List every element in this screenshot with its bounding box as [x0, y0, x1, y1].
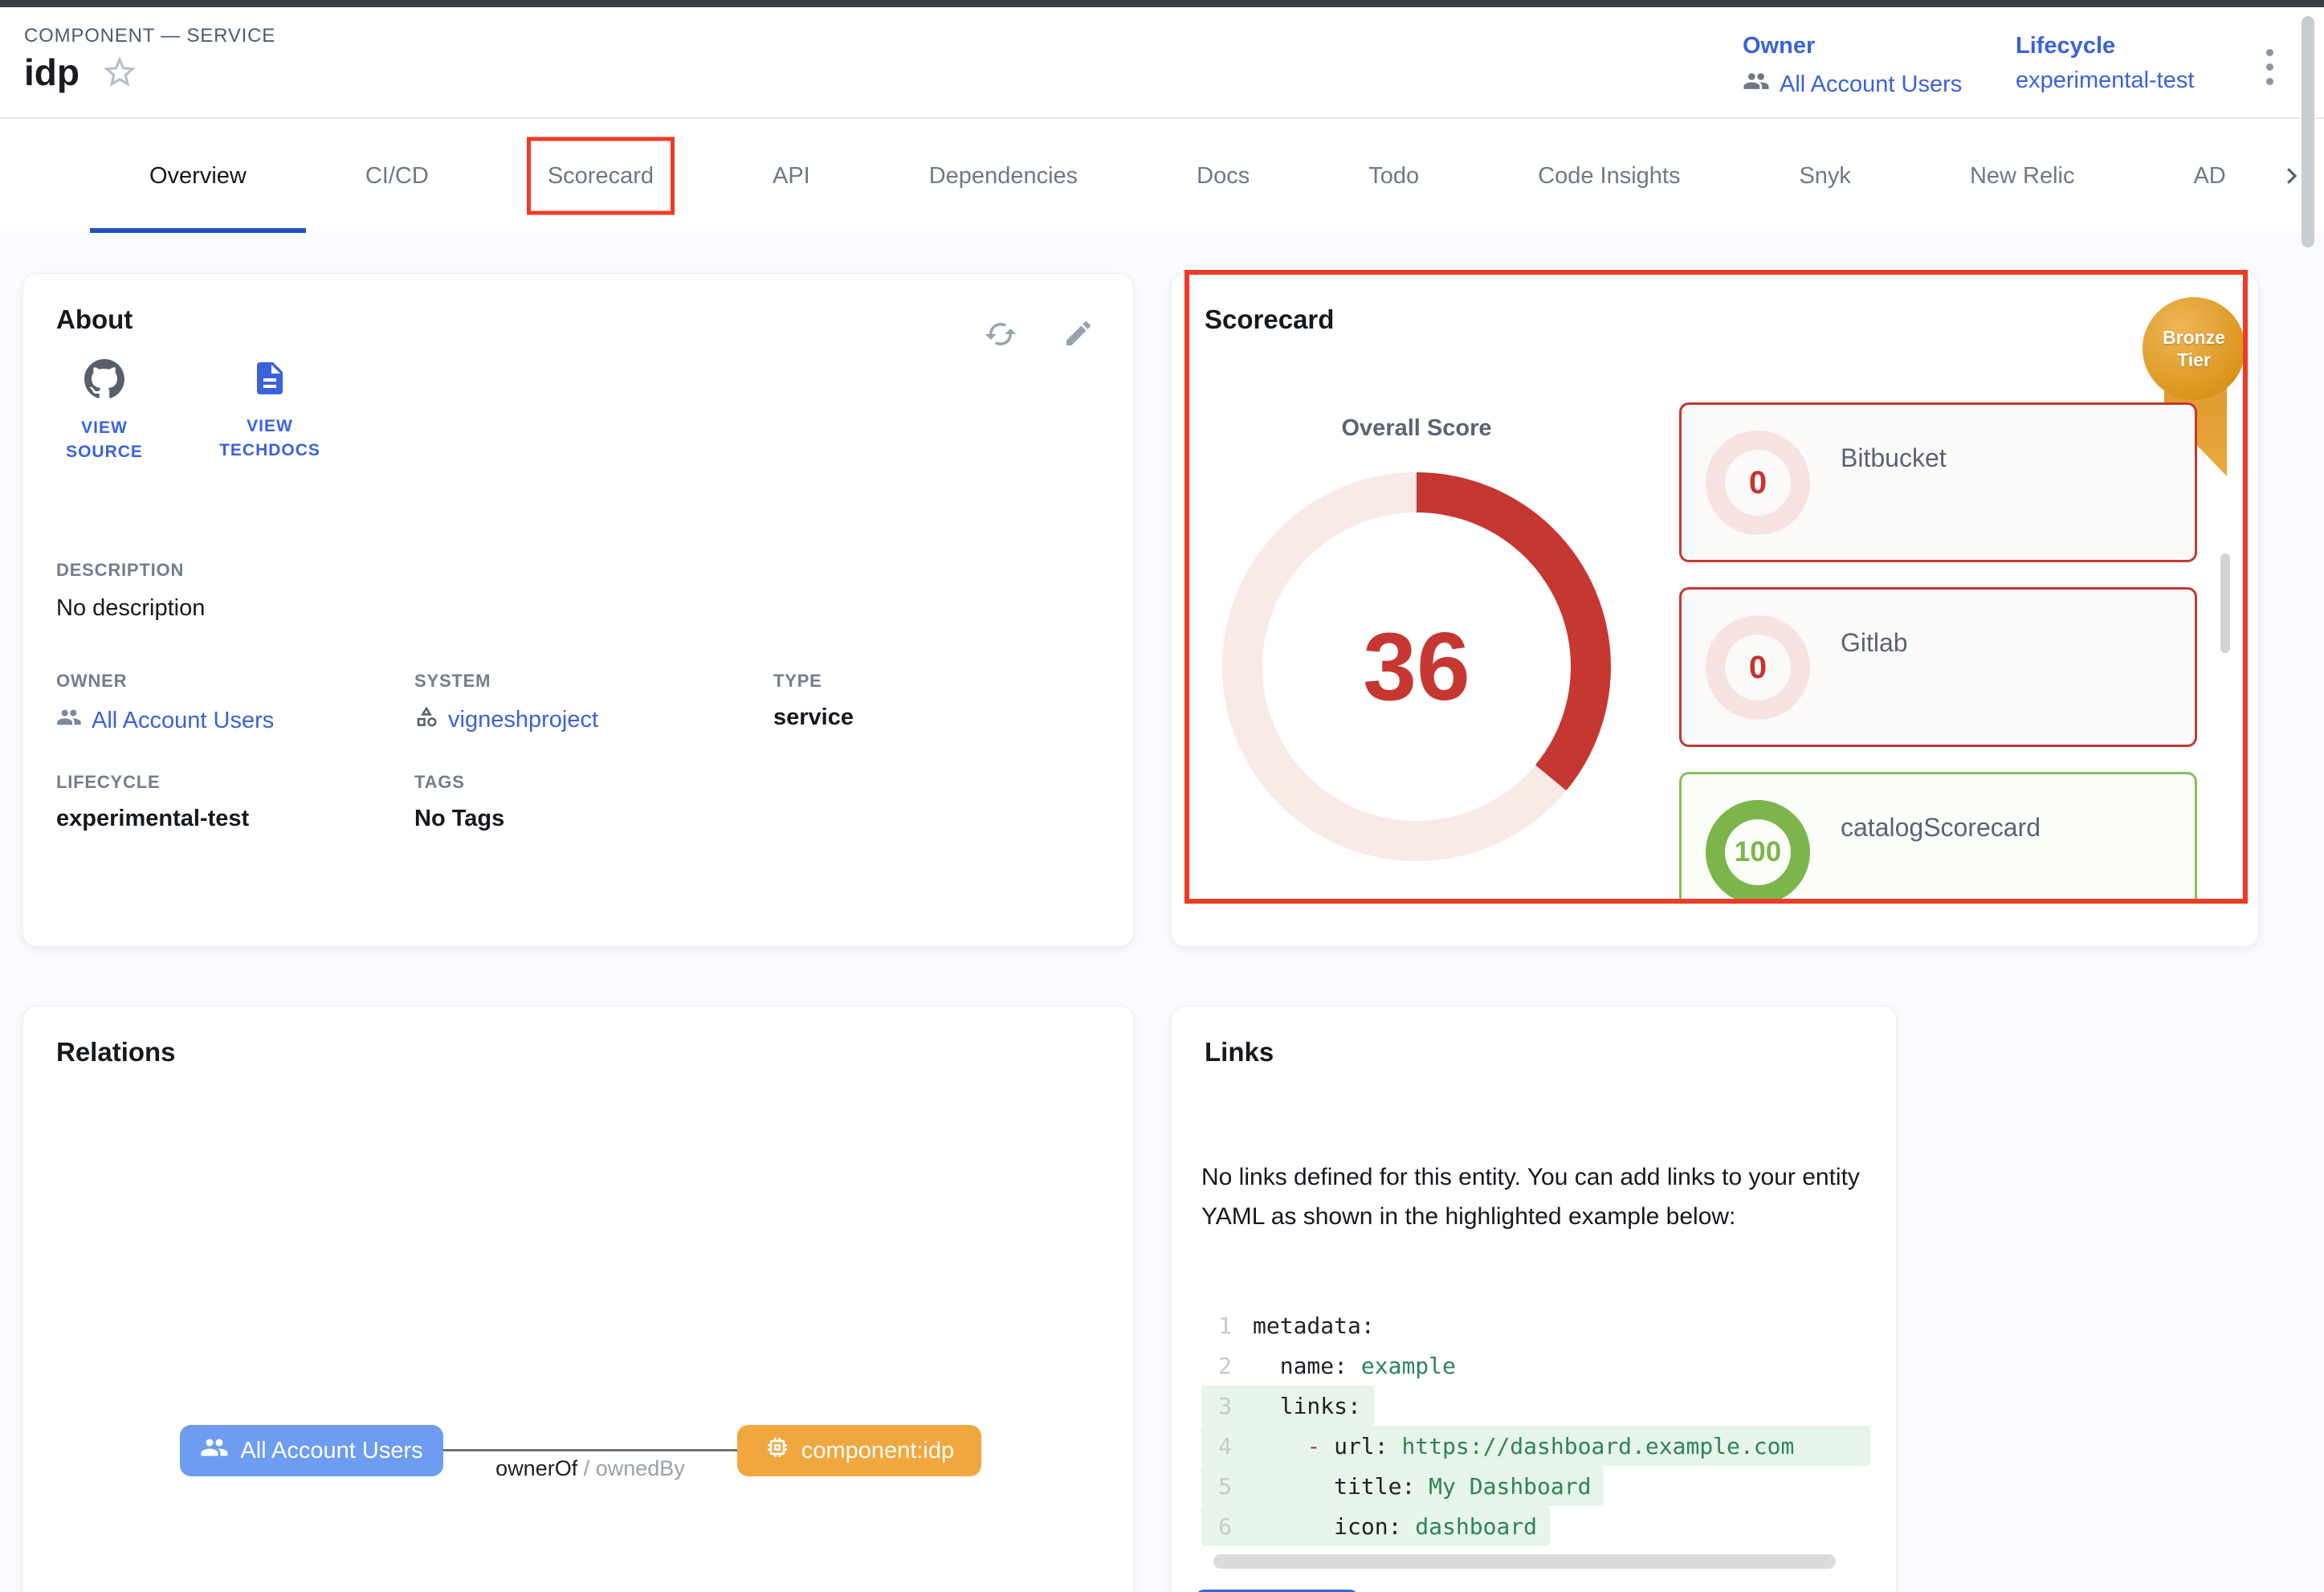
relation-edge-label: ownerOf / ownedBy — [443, 1456, 737, 1481]
owner-field-link[interactable]: All Account Users — [56, 704, 414, 737]
scorecard-item-gitlab[interactable]: 0 Gitlab — [1679, 587, 2197, 747]
lifecycle-value: experimental-test — [2016, 67, 2194, 94]
relation-node-owner[interactable]: All Account Users — [180, 1425, 443, 1476]
tab-bar: Overview CI/CD Scorecard API Dependencie… — [0, 119, 2324, 233]
tab-api[interactable]: API — [713, 119, 870, 233]
page-header: COMPONENT — SERVICE idp Owner All Accoun… — [0, 7, 2324, 119]
tab-code-insights[interactable]: Code Insights — [1478, 119, 1739, 233]
relations-card: Relations All Account Users component:id… — [22, 1006, 1134, 1592]
scorecard-card: Scorecard Bronze Tier Overall Score 36 0… — [1171, 273, 2259, 947]
system-icon — [414, 704, 438, 735]
tab-docs[interactable]: Docs — [1137, 119, 1309, 233]
system-field-label: SYSTEM — [414, 671, 773, 692]
system-field-link[interactable]: vigneshproject — [414, 704, 773, 735]
refresh-icon[interactable] — [984, 317, 1017, 355]
score-ring: 0 — [1706, 431, 1810, 535]
description-value: No description — [56, 595, 205, 622]
overall-score-label: Overall Score — [1222, 415, 1611, 442]
top-accent-bar — [0, 0, 2324, 7]
relation-node-component[interactable]: component:idp — [737, 1425, 981, 1476]
tab-overflow-truncated[interactable]: AD — [2134, 119, 2285, 233]
yaml-code-block: 1metadata: 2 name: example 3 links: 4 - … — [1201, 1305, 1870, 1546]
type-field-value: service — [773, 704, 1038, 731]
tabs-scroll-right-chevron-icon[interactable] — [2279, 119, 2303, 233]
people-icon — [56, 704, 82, 737]
scorecard-item-bitbucket[interactable]: 0 Bitbucket — [1679, 402, 2197, 562]
lifecycle-label: Lifecycle — [2016, 33, 2194, 59]
owner-field-label: OWNER — [56, 671, 414, 692]
people-icon — [1743, 67, 1770, 101]
bronze-tier-badge: Bronze Tier — [2143, 297, 2245, 400]
chip-icon — [764, 1435, 790, 1467]
code-horizontal-scrollbar[interactable] — [1213, 1554, 1836, 1569]
page-vertical-scrollbar[interactable] — [2302, 16, 2314, 247]
page-title: idp — [24, 51, 80, 94]
owner-value: All Account Users — [1780, 71, 1962, 98]
scorecard-item-catalogscorecard[interactable]: 100 catalogScorecard — [1679, 772, 2197, 900]
links-title: Links — [1205, 1037, 1274, 1067]
overall-score-donut: 36 — [1222, 472, 1611, 861]
edit-pencil-icon[interactable] — [1062, 317, 1095, 355]
tab-new-relic[interactable]: New Relic — [1910, 119, 2134, 233]
tab-cicd[interactable]: CI/CD — [306, 119, 488, 233]
kebab-menu-icon[interactable] — [2266, 49, 2273, 85]
relation-edge-line — [443, 1449, 737, 1451]
favorite-star-icon[interactable] — [100, 53, 139, 92]
tags-field-value: No Tags — [414, 806, 773, 832]
scorecard-item-list: 0 Bitbucket 0 Gitlab 100 catalogScorecar… — [1679, 402, 2197, 900]
about-title: About — [56, 304, 133, 335]
owner-link[interactable]: All Account Users — [1743, 67, 1962, 101]
score-ring: 100 — [1706, 800, 1810, 900]
lifecycle-field-label: LIFECYCLE — [56, 772, 414, 793]
github-icon — [84, 359, 124, 403]
tab-scorecard[interactable]: Scorecard — [488, 119, 713, 233]
scorecard-title: Scorecard — [1205, 304, 1334, 335]
tab-overview[interactable]: Overview — [90, 119, 306, 233]
lifecycle-field-value: experimental-test — [56, 806, 414, 832]
links-card: Links No links defined for this entity. … — [1171, 1006, 1897, 1592]
links-empty-message: No links defined for this entity. You ca… — [1201, 1157, 1882, 1236]
tab-dependencies[interactable]: Dependencies — [870, 119, 1137, 233]
scorecard-list-scrollbar[interactable] — [2220, 553, 2230, 653]
tags-field-label: TAGS — [414, 772, 773, 793]
about-card: About VIEWSOURCE VIEWTECHDOCS DESCRIPTIO… — [22, 273, 1134, 947]
owner-label: Owner — [1743, 33, 1962, 59]
breadcrumb: COMPONENT — SERVICE — [24, 25, 275, 47]
relations-title: Relations — [56, 1037, 176, 1067]
description-label: DESCRIPTION — [56, 560, 205, 581]
tab-snyk[interactable]: Snyk — [1739, 119, 1910, 233]
score-ring: 0 — [1706, 615, 1810, 720]
type-field-label: TYPE — [773, 671, 1038, 692]
view-source-link[interactable]: VIEWSOURCE — [36, 359, 173, 464]
tab-todo[interactable]: Todo — [1309, 119, 1478, 233]
techdocs-icon — [251, 359, 289, 402]
people-icon — [200, 1433, 229, 1468]
overall-score-value: 36 — [1363, 611, 1470, 722]
view-techdocs-link[interactable]: VIEWTECHDOCS — [202, 359, 338, 464]
